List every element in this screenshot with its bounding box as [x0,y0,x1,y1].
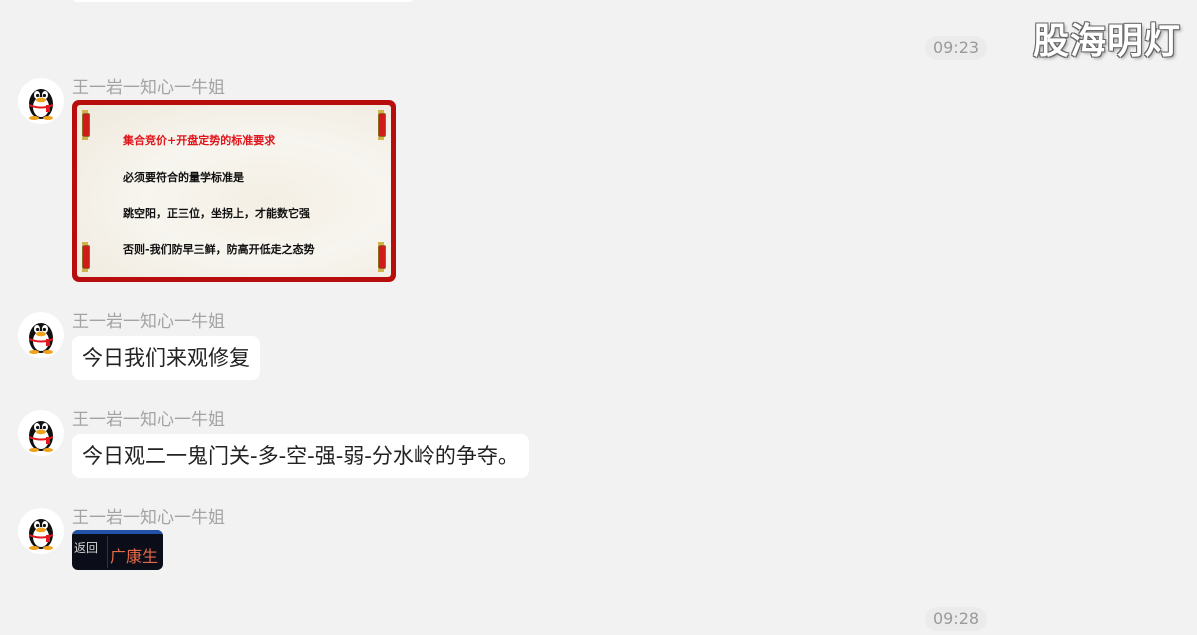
divider [107,536,108,568]
scroll-image: 集合竞价+开盘定势的标准要求 必须要符合的量学标准是 跳空阳，正三位，坐拐上，才… [77,105,391,277]
image-message[interactable]: 集合竞价+开盘定势的标准要求 必须要符合的量学标准是 跳空阳，正三位，坐拐上，才… [72,100,396,282]
message-bubble[interactable]: 今日我们来观修复 [72,336,260,380]
thumbnail-top-bar [72,530,163,534]
scroll-text-line: 跳空阳，正三位，坐拐上，才能数它强 [123,207,310,220]
qq-penguin-icon [29,323,53,354]
scroll-title: 集合竞价+开盘定势的标准要求 [123,134,276,147]
avatar[interactable] [18,508,64,554]
previous-message-bubble[interactable] [72,0,414,2]
timestamp: 09:23 [925,36,987,60]
sender-name: 王一岩一知心一牛姐 [72,508,225,528]
scroll-rod-icon [82,110,90,140]
avatar[interactable] [18,410,64,456]
watermark: 股海明灯 [1032,21,1181,62]
scroll-text-line: 必须要符合的量学标准是 [123,171,244,184]
avatar[interactable] [18,312,64,358]
sender-name: 王一岩一知心一牛姐 [72,410,225,430]
avatar[interactable] [18,78,64,124]
qq-penguin-icon [29,89,53,120]
scroll-text-line: 否则-我们防早三鲜，防高开低走之态势 [123,243,315,256]
qq-penguin-icon [29,519,53,550]
image-message-thumbnail[interactable]: 返回 广康生 [72,530,163,570]
scroll-rod-icon [378,110,386,140]
sender-name: 王一岩一知心一牛姐 [72,78,225,98]
message-bubble[interactable]: 今日观二一鬼门关-多-空-强-弱-分水岭的争夺。 [72,434,529,478]
thumbnail-stock-name: 广康生 [110,547,159,566]
scroll-rod-icon [82,242,90,272]
scroll-rod-icon [378,242,386,272]
sender-name: 王一岩一知心一牛姐 [72,312,225,332]
qq-penguin-icon [29,421,53,452]
thumbnail-back-text: 返回 [74,541,99,555]
timestamp: 09:28 [925,607,987,631]
